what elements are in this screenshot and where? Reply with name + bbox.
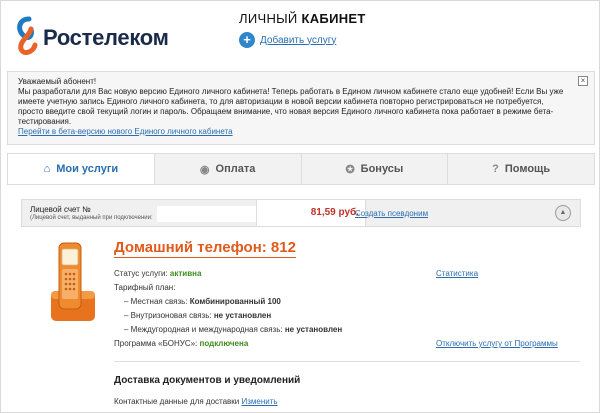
status-badge: активна	[169, 269, 202, 278]
tab-bonuses[interactable]: ✪ Бонусы	[300, 154, 448, 184]
account-number-sublabel: (Лицевой счет, выданный при подключении:	[30, 215, 153, 221]
tariff-item-label: – Местная связь:	[124, 297, 190, 306]
tariff-item-label: – Внутризоновая связь:	[124, 311, 214, 320]
brand-name: Ростелеком	[43, 25, 169, 50]
tariff-item-intrazone: – Внутризоновая связь: не установлен	[124, 311, 271, 320]
contacts-label: Контактные данные для доставки	[114, 397, 242, 406]
service-title[interactable]: Домашний телефон: 812	[114, 239, 296, 258]
page-frame: Ростелеком ЛИЧНЫЙ КАБИНЕТ + Добавить усл…	[0, 0, 600, 413]
home-phone-image	[51, 242, 95, 321]
account-number-label: Лицевой счет №	[30, 205, 91, 214]
notice-panel: Уважаемый абонент! Мы разработали для Ва…	[7, 71, 595, 145]
delivery-contacts: Контактные данные для доставки Изменить	[114, 397, 278, 406]
main-tabs: ⌂ Мои услуги ◉ Оплата ✪ Бонусы ? Помощь	[7, 153, 595, 185]
tariff-item-label: – Междугородная и международная связь:	[124, 325, 285, 334]
bonus-icon: ✪	[345, 163, 355, 176]
add-service-button[interactable]: + Добавить услугу	[239, 32, 336, 48]
divider	[114, 361, 580, 362]
title-part-2: КАБИНЕТ	[301, 11, 366, 26]
account-bar: Лицевой счет № (Лицевой счет, выданный п…	[21, 199, 581, 227]
title-part-1: ЛИЧНЫЙ	[239, 11, 302, 26]
tab-label: Бонусы	[360, 163, 404, 175]
tariff-label: Тарифный план:	[114, 283, 176, 292]
page-title: ЛИЧНЫЙ КАБИНЕТ	[239, 11, 366, 26]
tab-label: Мои услуги	[56, 163, 119, 175]
tab-label: Помощь	[504, 163, 551, 175]
bonus-label: Программа «БОНУС»:	[114, 339, 200, 348]
logo-icon	[17, 16, 38, 55]
create-alias-link[interactable]: Создать псевдоним	[355, 209, 428, 218]
help-icon: ?	[492, 163, 499, 175]
tab-my-services[interactable]: ⌂ Мои услуги	[8, 154, 154, 184]
tariff-item-longdistance: – Междугородная и международная связь: н…	[124, 325, 342, 334]
statistics-link[interactable]: Статистика	[436, 269, 478, 278]
notice-greeting: Уважаемый абонент!	[18, 77, 97, 86]
change-contacts-link[interactable]: Изменить	[242, 397, 278, 406]
payment-icon: ◉	[199, 163, 210, 176]
bonus-status: подключена	[199, 339, 249, 348]
home-icon: ⌂	[43, 163, 51, 175]
tariff-item-value: не установлен	[213, 311, 272, 320]
status-label: Статус услуги:	[114, 269, 170, 278]
delivery-section-title: Доставка документов и уведомлений	[114, 375, 301, 386]
tariff-item-local: – Местная связь: Комбинированный 100	[124, 297, 281, 306]
plus-icon: +	[239, 32, 255, 48]
tariff-item-value: Комбинированный 100	[189, 297, 281, 306]
collapse-icon[interactable]: ▲	[555, 205, 571, 221]
notice-body: Мы разработали для Вас новую версию Един…	[18, 87, 564, 126]
tab-payment[interactable]: ◉ Оплата	[153, 154, 301, 184]
disconnect-bonus-link[interactable]: Отключить услугу от Программы	[436, 339, 558, 348]
account-balance: 81,59 руб.	[310, 207, 359, 218]
balance-box: 81,59 руб.	[256, 200, 366, 226]
tab-help[interactable]: ? Помощь	[447, 154, 594, 184]
beta-version-link[interactable]: Перейти в бета-версию нового Единого лич…	[18, 127, 233, 136]
rostelecom-logo[interactable]: Ростелеком	[15, 15, 185, 59]
service-status: Статус услуги: активна	[114, 269, 201, 278]
add-service-link[interactable]: Добавить услугу	[260, 35, 336, 46]
tariff-item-value: не установлен	[284, 325, 343, 334]
bonus-program-status: Программа «БОНУС»: подключена	[114, 339, 248, 348]
account-number-masked	[157, 206, 257, 222]
close-icon[interactable]: ×	[578, 76, 588, 86]
tab-label: Оплата	[215, 163, 256, 175]
